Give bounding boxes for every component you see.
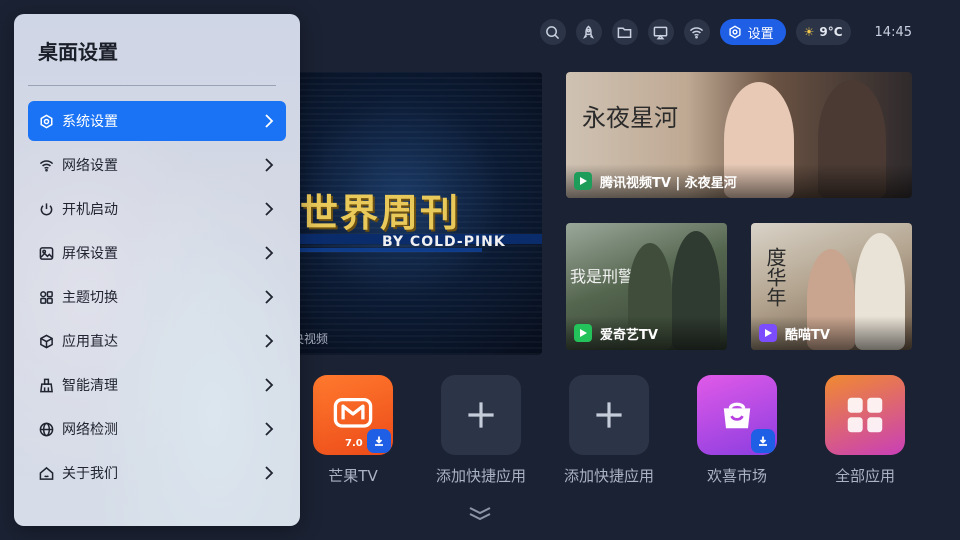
chevron-right-icon (264, 465, 274, 481)
settings-label: 设置 (747, 26, 774, 42)
settings-button[interactable]: 设置 (719, 19, 786, 45)
feature-card-iqiyi[interactable]: 我是刑警 爱奇艺TV (566, 223, 727, 350)
app-grid-icon (825, 375, 905, 455)
menu-item-label: 网络设置 (62, 158, 118, 174)
hero-title: 世界周刊 (300, 191, 461, 235)
sun-icon: ☀ (803, 25, 815, 39)
shopping-bag-icon (697, 375, 777, 455)
chevron-right-icon (264, 157, 274, 173)
plus-icon (441, 375, 521, 455)
menu-item-theme-switch[interactable]: 主题切换 (28, 277, 286, 317)
caption-text: 爱奇艺TV (600, 327, 658, 343)
menu-item-label: 应用直达 (62, 334, 118, 350)
hexagon-gear-icon (38, 113, 54, 129)
app-label: 添加快捷应用 (435, 467, 526, 485)
temperature: 9°C (819, 25, 843, 39)
menu-item-label: 网络检测 (62, 422, 118, 438)
hexagon-gear-icon (728, 25, 741, 39)
search-icon[interactable] (539, 19, 566, 45)
settings-menu: 系统设置 网络设置 开机启动 屏保设置 主题切换 应用直达 智能清理 网络检测 … (28, 101, 286, 497)
chevron-right-icon (264, 201, 274, 217)
wifi-icon (38, 157, 54, 173)
app-label: 欢喜市场 (706, 467, 767, 485)
app-label: 添加快捷应用 (563, 467, 654, 485)
menu-item-label: 智能清理 (62, 378, 118, 394)
divider (28, 85, 276, 86)
menu-item-network-check[interactable]: 网络检测 (28, 409, 286, 449)
app-label: 全部应用 (834, 467, 895, 485)
desktop-settings-panel: 桌面设置 系统设置 网络设置 开机启动 屏保设置 主题切换 应用直达 智能清理 … (14, 14, 300, 526)
wifi-icon[interactable] (683, 19, 710, 45)
menu-item-screensaver[interactable]: 屏保设置 (28, 233, 286, 273)
kumiao-icon (759, 324, 777, 342)
folder-icon[interactable] (611, 19, 638, 45)
plus-icon (569, 375, 649, 455)
iqiyi-icon (574, 324, 592, 342)
app-label: 芒果TV (328, 467, 378, 485)
chevron-right-icon (264, 421, 274, 437)
menu-item-label: 开机启动 (62, 202, 118, 218)
card-caption: 爱奇艺TV (566, 316, 727, 350)
chevron-right-icon (264, 377, 274, 393)
card-caption: 酷喵TV (751, 316, 912, 350)
app-add-shortcut[interactable]: 添加快捷应用 (561, 375, 657, 486)
download-icon (751, 429, 775, 453)
panel-title: 桌面设置 (38, 40, 118, 64)
poster-title: 永夜星河 (582, 104, 678, 132)
caption-text: 腾讯视频TV | 永夜星河 (600, 175, 737, 191)
hero-subtitle: BY COLD-PINK (382, 234, 506, 250)
chevron-right-icon (264, 333, 274, 349)
menu-item-label: 关于我们 (62, 466, 118, 482)
globe-icon (38, 421, 54, 437)
card-caption: 腾讯视频TV | 永夜星河 (566, 164, 912, 198)
clock: 14:45 (874, 24, 912, 40)
menu-item-boot-startup[interactable]: 开机启动 (28, 189, 286, 229)
home-icon (38, 465, 54, 481)
app-mango-tv[interactable]: 7.0 芒果TV (305, 375, 401, 486)
app-version: 7.0 (345, 438, 363, 449)
mango-tv-icon: 7.0 (313, 375, 393, 455)
menu-item-system-settings[interactable]: 系统设置 (28, 101, 286, 141)
download-icon (367, 429, 391, 453)
chevron-right-icon (264, 113, 274, 129)
weather-widget[interactable]: ☀ 9°C (795, 19, 851, 45)
menu-item-about-us[interactable]: 关于我们 (28, 453, 286, 493)
chevron-right-icon (264, 289, 274, 305)
menu-item-smart-cleanup[interactable]: 智能清理 (28, 365, 286, 405)
status-bar: 设置 ☀ 9°C 14:45 (539, 19, 912, 45)
double-chevron-down-icon[interactable] (466, 505, 494, 521)
menu-item-network-settings[interactable]: 网络设置 (28, 145, 286, 185)
menu-item-app-shortcut[interactable]: 应用直达 (28, 321, 286, 361)
tencent-video-icon (574, 172, 592, 190)
app-huanxi-market[interactable]: 欢喜市场 (689, 375, 785, 486)
caption-text: 酷喵TV (785, 327, 830, 343)
menu-item-label: 主题切换 (62, 290, 118, 306)
app-all-apps[interactable]: 全部应用 (817, 375, 913, 486)
power-icon (38, 201, 54, 217)
image-icon (38, 245, 54, 261)
grid-icon (38, 289, 54, 305)
menu-item-label: 屏保设置 (62, 246, 118, 262)
feature-card-yongye[interactable]: 永夜星河 腾讯视频TV | 永夜星河 (566, 72, 912, 198)
poster-title: 我是刑警 (570, 267, 635, 286)
chevron-right-icon (264, 245, 274, 261)
app-add-shortcut[interactable]: 添加快捷应用 (433, 375, 529, 486)
menu-item-label: 系统设置 (62, 114, 118, 130)
feature-card-kumiao[interactable]: 度华年 酷喵TV (751, 223, 912, 350)
cast-icon[interactable] (647, 19, 674, 45)
poster-title: 度华年 (763, 247, 787, 307)
broom-icon (38, 377, 54, 393)
rocket-icon[interactable] (575, 19, 602, 45)
cube-icon (38, 333, 54, 349)
